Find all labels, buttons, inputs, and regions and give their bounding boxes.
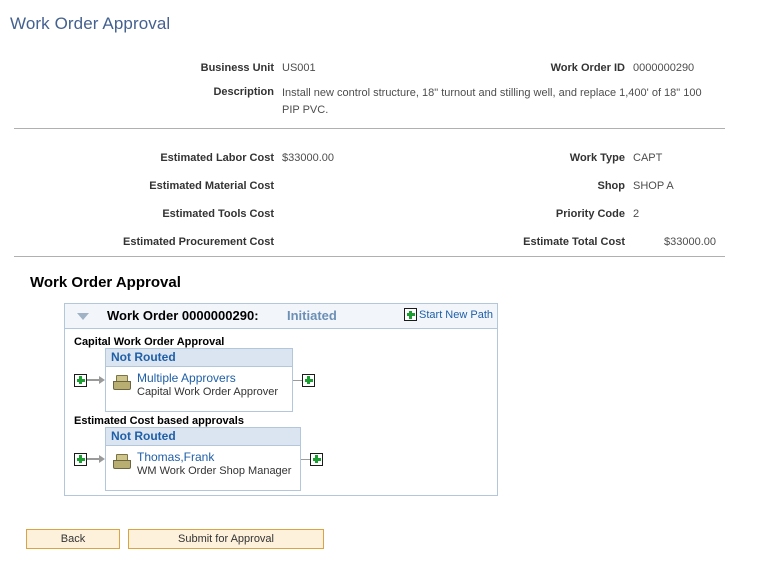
approval-panel-header: Work Order 0000000290: Initiated Start N… <box>65 304 497 329</box>
work-order-id-label: Work Order ID <box>550 62 625 74</box>
shop-value: SHOP A <box>633 180 674 192</box>
approver-name-link[interactable]: Thomas,Frank <box>137 450 291 464</box>
work-order-header-fields: Business Unit US001 Work Order ID 000000… <box>0 62 773 264</box>
work-type-label: Work Type <box>569 152 625 164</box>
chevron-down-icon[interactable] <box>77 313 89 320</box>
inbox-tray-icon <box>113 375 131 390</box>
back-button[interactable]: Back <box>26 529 120 549</box>
estimate-total-cost-label: Estimate Total Cost <box>523 236 625 248</box>
approval-header-status: Initiated <box>287 308 337 323</box>
page-title: Work Order Approval <box>10 14 171 33</box>
estimated-material-cost-label: Estimated Material Cost <box>149 180 274 192</box>
action-button-bar: Back Submit for Approval <box>26 529 324 549</box>
approval-section-heading: Work Order Approval <box>30 274 181 291</box>
approval-path-group: Capital Work Order Approval Not Routed M… <box>65 336 497 412</box>
field-row-material-cost: Estimated Material Cost Shop SHOP A <box>0 180 773 208</box>
work-order-id-value: 0000000290 <box>633 62 695 74</box>
approval-path-row: Not Routed Thomas,Frank WM Work Order Sh… <box>74 427 497 491</box>
estimated-labor-cost-label: Estimated Labor Cost <box>160 152 274 164</box>
approver-role-label: Capital Work Order Approver <box>137 386 279 398</box>
approval-path-title: Estimated Cost based approvals <box>74 415 244 427</box>
description-value: Install new control structure, 18" turno… <box>282 87 702 116</box>
approval-path-title: Capital Work Order Approval <box>74 336 225 348</box>
plus-icon[interactable] <box>74 373 87 387</box>
connector-line <box>87 458 99 460</box>
approver-card[interactable]: Not Routed Multiple Approvers Capital Wo… <box>105 348 293 412</box>
approval-path-row: Not Routed Multiple Approvers Capital Wo… <box>74 348 497 412</box>
approver-card-body: Multiple Approvers Capital Work Order Ap… <box>106 367 292 411</box>
approver-card-body: Thomas,Frank WM Work Order Shop Manager <box>106 446 300 490</box>
trail-connector <box>293 373 315 387</box>
work-type-value: CAPT <box>633 152 663 164</box>
estimate-total-cost-value: $33000.00 <box>664 236 716 248</box>
approver-role-label: WM Work Order Shop Manager <box>137 465 292 477</box>
approver-card-text: Multiple Approvers Capital Work Order Ap… <box>137 371 278 399</box>
estimated-procurement-cost-label: Estimated Procurement Cost <box>123 236 274 248</box>
plus-icon[interactable] <box>74 452 87 466</box>
approval-header-title: Work Order 0000000290: <box>107 308 259 323</box>
field-row-tools-cost: Estimated Tools Cost Priority Code 2 <box>0 208 773 236</box>
approver-status-badge: Not Routed <box>106 428 300 446</box>
estimated-labor-cost-value: $33000.00 <box>282 152 334 164</box>
field-row-description: Description Install new control structur… <box>0 84 773 128</box>
approver-card[interactable]: Not Routed Thomas,Frank WM Work Order Sh… <box>105 427 301 491</box>
connector-line <box>87 379 99 381</box>
field-row-spacer <box>0 128 773 152</box>
business-unit-label: Business Unit <box>200 62 274 74</box>
approver-card-text: Thomas,Frank WM Work Order Shop Manager <box>137 450 291 478</box>
description-label: Description <box>213 86 274 98</box>
priority-code-value: 2 <box>633 208 640 220</box>
approval-path-group: Estimated Cost based approvals Not Route… <box>65 415 497 491</box>
plus-icon[interactable] <box>404 308 418 321</box>
business-unit-value: US001 <box>282 62 316 74</box>
approver-status-badge: Not Routed <box>106 349 292 367</box>
plus-icon[interactable] <box>302 373 315 387</box>
lead-connector <box>74 373 105 387</box>
start-new-path-label[interactable]: Start New Path <box>419 309 493 321</box>
approval-monitor-panel: Work Order 0000000290: Initiated Start N… <box>64 303 498 496</box>
estimated-tools-cost-label: Estimated Tools Cost <box>162 208 274 220</box>
submit-for-approval-button[interactable]: Submit for Approval <box>128 529 324 549</box>
field-row-procurement-cost: Estimated Procurement Cost Estimate Tota… <box>0 236 773 264</box>
priority-code-label: Priority Code <box>555 208 625 220</box>
field-row-labor-cost: Estimated Labor Cost $33000.00 Work Type… <box>0 152 773 180</box>
trail-connector <box>301 452 323 466</box>
plus-icon[interactable] <box>310 452 323 466</box>
connector-line <box>293 379 302 381</box>
field-row-business-unit: Business Unit US001 Work Order ID 000000… <box>0 62 773 84</box>
approver-name-link[interactable]: Multiple Approvers <box>137 371 278 385</box>
lead-connector <box>74 452 105 466</box>
shop-label: Shop <box>597 180 626 192</box>
inbox-tray-icon <box>113 454 131 469</box>
connector-line <box>301 458 310 460</box>
start-new-path-button[interactable]: Start New Path <box>404 308 493 321</box>
